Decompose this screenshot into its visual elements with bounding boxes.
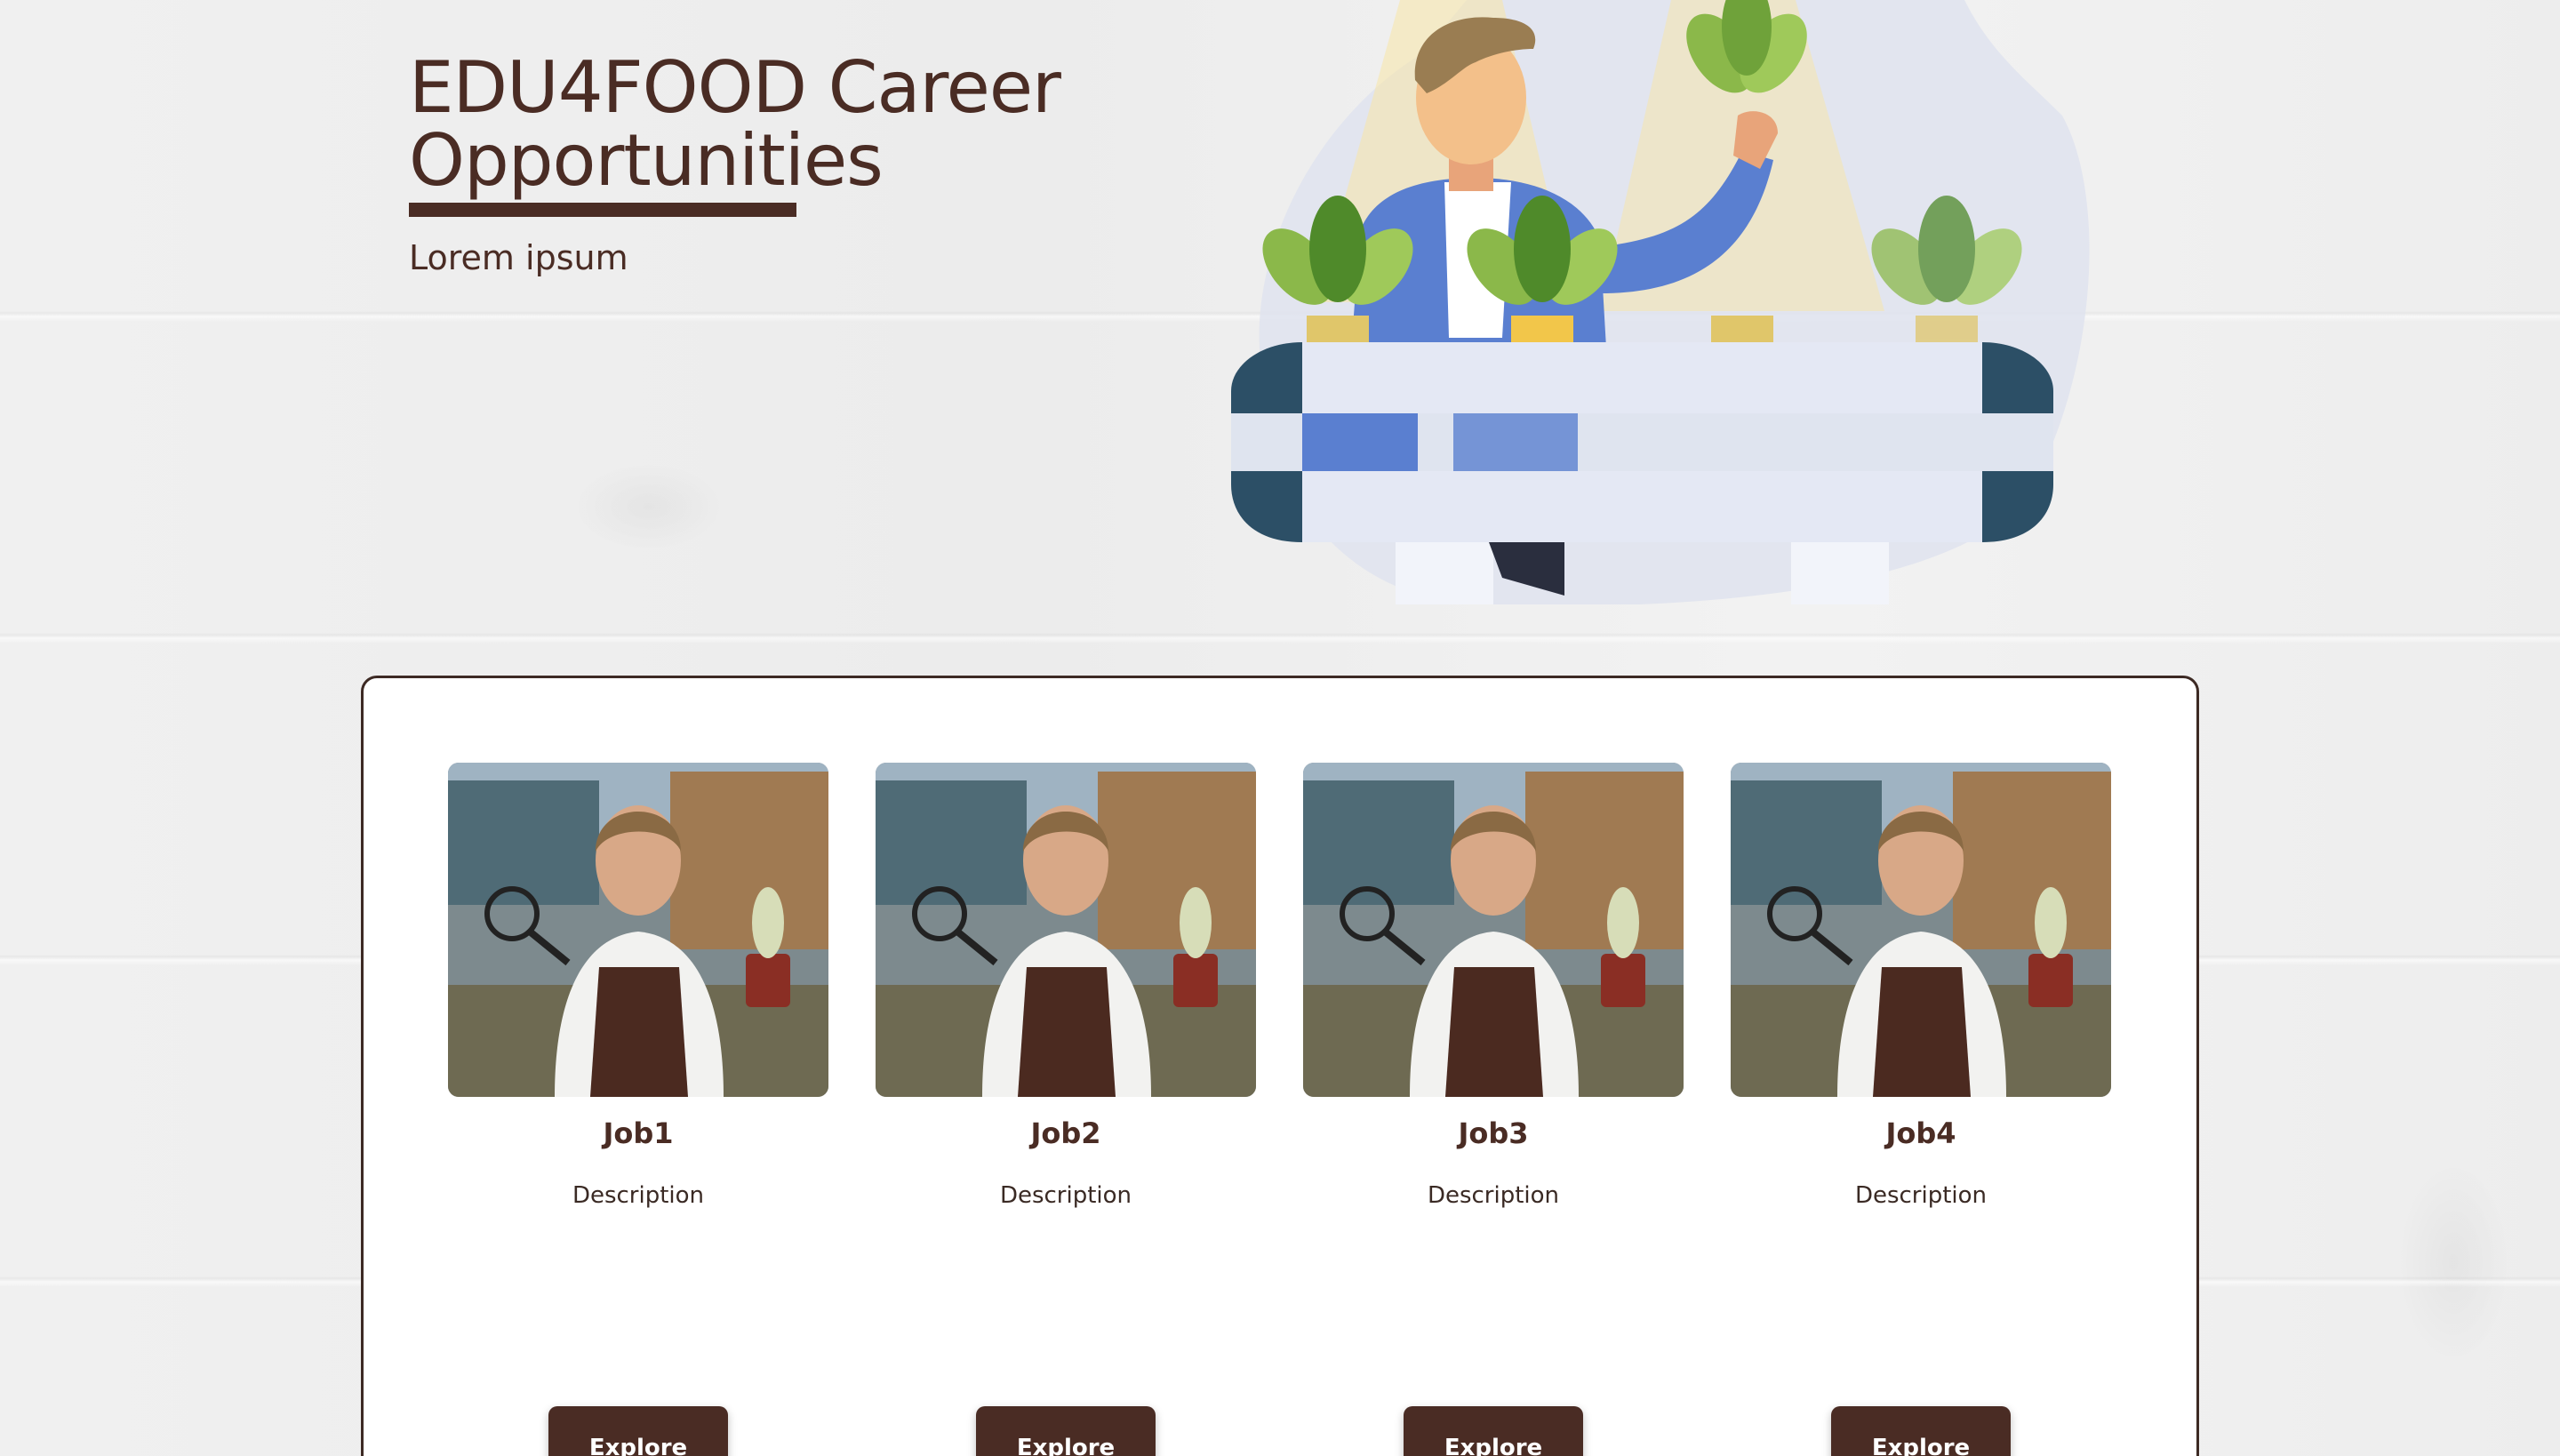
explore-button[interactable]: Explore: [1831, 1406, 2011, 1456]
page-title: EDU4FOOD Career Opportunities: [409, 46, 1061, 202]
job-card-3: Job3 Description Explore: [1303, 763, 1684, 1456]
job-title: Job2: [1030, 1116, 1101, 1150]
title-underline: [409, 203, 796, 217]
explore-button[interactable]: Explore: [1404, 1406, 1583, 1456]
hero-section: EDU4FOOD Career Opportunities Lorem ipsu…: [409, 46, 1061, 277]
woman-greenhouse-photo: [448, 763, 828, 1097]
hero-subtitle: Lorem ipsum: [409, 238, 628, 277]
woman-greenhouse-photo: [876, 763, 1256, 1097]
job-card-1: Job1 Description Explore: [448, 763, 828, 1456]
job-description: Description: [1427, 1182, 1560, 1209]
job-title: Job4: [1885, 1116, 1956, 1150]
gardener-illustration: [1231, 0, 2090, 604]
page-title-line2: Opportunities: [409, 119, 884, 202]
job-title: Job3: [1458, 1116, 1529, 1150]
woman-greenhouse-photo: [1303, 763, 1684, 1097]
woman-greenhouse-photo: [1731, 763, 2111, 1097]
job-description: Description: [999, 1182, 1132, 1209]
job-card-4: Job4 Description Explore: [1731, 763, 2111, 1456]
job-description: Description: [572, 1182, 705, 1209]
jobs-panel: Job1 Description Explore Job2 Descriptio…: [361, 676, 2199, 1456]
job-title: Job1: [603, 1116, 674, 1150]
job-card-2: Job2 Description Explore: [876, 763, 1256, 1456]
job-description: Description: [1854, 1182, 1988, 1209]
explore-button[interactable]: Explore: [548, 1406, 728, 1456]
page-title-line1: EDU4FOOD Career: [409, 46, 1061, 129]
explore-button[interactable]: Explore: [976, 1406, 1156, 1456]
